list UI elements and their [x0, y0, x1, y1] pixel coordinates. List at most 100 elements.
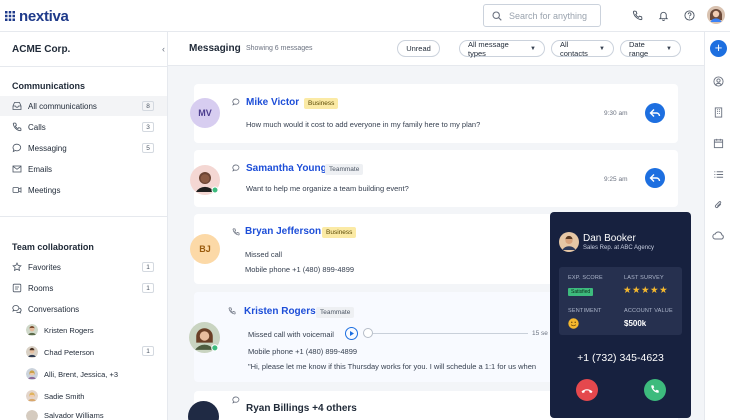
phone-icon [651, 385, 659, 393]
account-value: $500k [624, 319, 647, 328]
avatar: MV [190, 98, 220, 128]
search-input[interactable]: Search for anything [483, 4, 601, 27]
reply-button[interactable] [645, 168, 665, 188]
nav-conversations[interactable]: Conversations [0, 299, 167, 319]
nav-label: Calls [28, 122, 46, 132]
last-survey-label: LAST SURVEY [624, 275, 664, 281]
reply-icon [649, 174, 661, 182]
nav-meetings[interactable]: Meetings [0, 180, 167, 200]
sender-name[interactable]: Samantha Young [246, 163, 327, 174]
avatar [26, 346, 38, 358]
conversation-label: Salvador Williams [44, 411, 104, 420]
filter-label: Date range [629, 39, 649, 58]
conversation-sadie-smith[interactable]: Sadie Smith [0, 385, 167, 407]
bell-icon[interactable] [658, 10, 669, 21]
phone-icon [228, 307, 236, 315]
help-icon[interactable] [684, 10, 695, 21]
filter-label: All contacts [560, 39, 588, 58]
reply-button[interactable] [645, 103, 665, 123]
contact-icon[interactable] [713, 76, 724, 87]
accept-call-button[interactable] [644, 379, 666, 401]
filter-label: All message types [468, 39, 509, 58]
conversations-icon [12, 305, 22, 314]
building-icon[interactable] [713, 107, 724, 118]
account-value-label: ACCOUNT VALUE [624, 308, 673, 314]
audio-track[interactable] [373, 333, 528, 334]
date-range-select[interactable]: Date range ▼ [620, 39, 681, 58]
app-grid-icon[interactable] [5, 11, 15, 21]
avatar: BJ [190, 234, 220, 264]
caller-role: Sales Rep. at ABC Agency [583, 245, 655, 251]
business-tag: Business [322, 227, 357, 238]
phone-number: Mobile phone +1 (480) 899-4899 [248, 347, 358, 356]
message-card[interactable]: Samantha Young Teammate Want to help me … [190, 150, 678, 207]
nav-label: Favorites [28, 262, 61, 272]
collapse-panel-icon[interactable]: ‹ [162, 44, 165, 54]
phone-icon[interactable] [632, 10, 643, 21]
nav-rooms[interactable]: Rooms 1 [0, 278, 167, 298]
call-status: Missed call [245, 250, 283, 259]
top-bar: nextiva Search for anything [0, 0, 730, 32]
add-button[interactable]: + [710, 40, 727, 57]
star-icon [12, 262, 22, 272]
timestamp: 9:30 am [604, 110, 628, 117]
caller-name: Dan Booker [583, 233, 636, 244]
message-type-select[interactable]: All message types ▼ [459, 39, 545, 58]
audio-scrubber[interactable] [363, 328, 373, 338]
nav-label: Emails [28, 164, 53, 174]
decline-call-button[interactable] [576, 379, 598, 401]
conversation-kristen-rogers[interactable]: Kristen Rogers [0, 319, 167, 341]
conversation-label: Chad Peterson [44, 347, 95, 357]
nav-emails[interactable]: Emails [0, 159, 167, 179]
chevron-down-icon: ▼ [530, 45, 536, 52]
incoming-call-card[interactable]: Dan Booker Sales Rep. at ABC Agency EXP.… [550, 212, 691, 418]
conversation-label: Kristen Rogers [44, 325, 94, 335]
chat-icon [232, 396, 240, 404]
contacts-select[interactable]: All contacts ▼ [551, 39, 614, 58]
conversation-chad-peterson[interactable]: Chad Peterson 1 [0, 341, 167, 363]
sender-name[interactable]: Bryan Jefferson [245, 226, 321, 237]
nav-label: All communications [28, 101, 97, 111]
user-avatar[interactable] [707, 6, 725, 24]
list-icon[interactable] [713, 169, 724, 180]
nav-label: Rooms [28, 283, 54, 293]
voicemail-transcript: "Hi, please let me know if this Thursday… [248, 362, 537, 371]
conversation-salvador-williams[interactable]: Salvador Williams [0, 406, 167, 420]
plus-icon: + [714, 40, 723, 55]
cloud-icon[interactable] [712, 230, 725, 241]
play-icon [350, 331, 354, 336]
avatar [26, 324, 38, 336]
count-badge: 8 [142, 101, 154, 111]
survey-stars: ★★★★★ [623, 285, 669, 296]
search-icon [492, 10, 502, 21]
sender-name[interactable]: Kristen Rogers [244, 306, 316, 317]
message-count: Showing 6 messages [246, 45, 313, 52]
sender-name[interactable]: Ryan Billings +4 others [246, 403, 357, 414]
message-card[interactable]: MV Mike Victor Business How much would i… [190, 84, 678, 143]
unread-filter-button[interactable]: Unread [397, 40, 440, 57]
avatar [26, 390, 38, 402]
conversation-group[interactable]: Alli, Brent, Jessica, +3 [0, 363, 167, 385]
calendar-icon[interactable] [713, 138, 724, 149]
nav-label: Meetings [28, 185, 61, 195]
call-status: Missed call with voicemail [248, 330, 334, 339]
nav-all-communications[interactable]: All communications 8 [0, 96, 167, 116]
phone-icon [12, 122, 22, 132]
sender-name[interactable]: Mike Victor [246, 97, 299, 108]
nav-label: Messaging [28, 143, 67, 153]
app-window: nextiva Search for anything ACME Corp. ‹… [0, 0, 730, 420]
nav-calls[interactable]: Calls 3 [0, 117, 167, 137]
attachment-icon[interactable] [713, 200, 724, 211]
nav-favorites[interactable]: Favorites 1 [0, 257, 167, 277]
nextiva-logo: nextiva [19, 8, 69, 25]
play-button[interactable] [345, 327, 358, 340]
chat-icon [232, 164, 240, 172]
nav-messaging[interactable]: Messaging 5 [0, 138, 167, 158]
exp-score-badge: Satisfied [568, 288, 594, 296]
audio-duration: 15 se [532, 330, 548, 337]
teammate-tag: Teammate [316, 307, 355, 318]
conversation-label: Alli, Brent, Jessica, +3 [44, 369, 118, 379]
teammate-tag: Teammate [325, 164, 364, 175]
reply-icon [649, 109, 661, 117]
divider [0, 66, 167, 67]
